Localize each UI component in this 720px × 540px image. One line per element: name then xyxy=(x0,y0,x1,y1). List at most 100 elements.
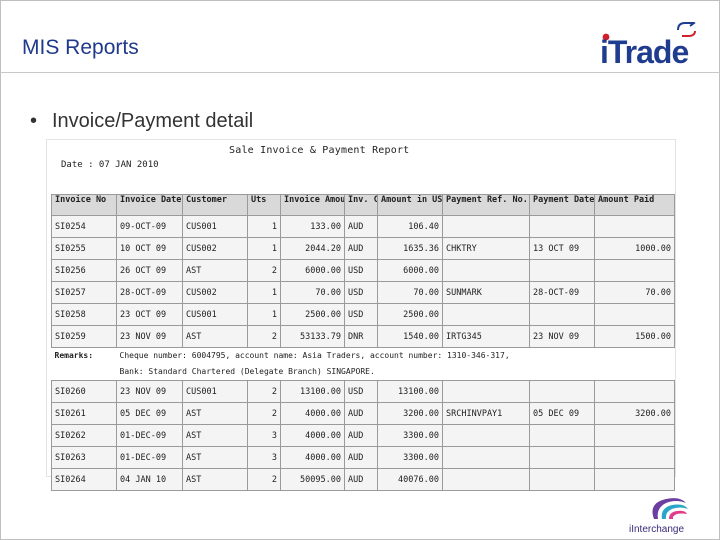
table-cell-ref: SRCHINVPAY1 xyxy=(442,402,530,425)
invoice-table: Invoice No Invoice Date Customer Uts Inv… xyxy=(51,194,675,491)
table-cell-paid xyxy=(594,215,675,238)
iinterchange-logo-text: iInterchange xyxy=(629,524,685,535)
table-cell-ref: IRTG345 xyxy=(442,325,530,348)
table-row: SI0264 04 JAN 10 AST 2 50095.00 AUD 40076.00 xyxy=(51,468,675,491)
table-cell-no: SI0255 xyxy=(51,237,117,260)
table-cell-no: SI0256 xyxy=(51,259,117,282)
table-cell-customer: AST xyxy=(182,446,248,469)
table-cell-usd: 70.00 xyxy=(377,281,443,304)
table-cell-date: 23 NOV 09 xyxy=(116,325,183,348)
table-row: SI0255 10 OCT 09 CUS002 1 2044.20 AUD 1635.36 C… xyxy=(51,237,675,260)
table-cell-uts: 2 xyxy=(247,380,281,403)
bullet-symbol: • xyxy=(30,110,38,132)
table-cell-pdate: 23 NOV 09 xyxy=(529,325,595,348)
table-cell-uts: 1 xyxy=(247,237,281,260)
table-header-row: Invoice No Invoice Date Customer Uts Inv… xyxy=(51,194,675,216)
report-title: Sale Invoice & Payment Report xyxy=(229,145,410,156)
table-cell-usd: 6000.00 xyxy=(377,259,443,282)
table-cell-amount: 13100.00 xyxy=(280,380,345,403)
table-cell-ref xyxy=(442,468,530,491)
table-cell-usd: 1540.00 xyxy=(377,325,443,348)
remarks-label: Remarks: xyxy=(51,347,117,364)
table-cell-usd: 3300.00 xyxy=(377,446,443,469)
table-cell-ref xyxy=(442,446,530,469)
table-cell-pdate xyxy=(529,446,595,469)
table-cell-pdate xyxy=(529,259,595,282)
table-cell-ref xyxy=(442,215,530,238)
table-cell-paid xyxy=(594,468,675,491)
table-cell-date: 26 OCT 09 xyxy=(116,259,183,282)
column-header: Invoice Amount xyxy=(280,194,345,216)
column-header: Invoice No xyxy=(51,194,117,216)
table-cell-paid xyxy=(594,380,675,403)
table-cell-customer: CUS001 xyxy=(182,303,248,326)
table-cell-pdate: 05 DEC 09 xyxy=(529,402,595,425)
table-cell-curr: USD xyxy=(344,303,378,326)
table-cell-paid xyxy=(594,424,675,447)
table-row: SI0256 26 OCT 09 AST 2 6000.00 USD 6000.00 xyxy=(51,259,675,282)
table-cell-customer: AST xyxy=(182,402,248,425)
table-cell-amount: 2044.20 xyxy=(280,237,345,260)
table-cell-curr: USD xyxy=(344,259,378,282)
table-cell-no: SI0263 xyxy=(51,446,117,469)
table-cell-amount: 4000.00 xyxy=(280,424,345,447)
table-cell-ref xyxy=(442,424,530,447)
table-cell-pdate xyxy=(529,215,595,238)
report-screenshot: Sale Invoice & Payment Report Date : 07 … xyxy=(46,139,676,491)
table-cell-customer: AST xyxy=(182,468,248,491)
column-header: Payment Date xyxy=(529,194,595,216)
table-cell-paid xyxy=(594,446,675,469)
table-cell-amount: 2500.00 xyxy=(280,303,345,326)
table-cell-date: 23 OCT 09 xyxy=(116,303,183,326)
column-header: Inv. Curr xyxy=(344,194,378,216)
table-cell-usd: 106.40 xyxy=(377,215,443,238)
table-cell-usd: 2500.00 xyxy=(377,303,443,326)
table-cell-amount: 4000.00 xyxy=(280,446,345,469)
table-cell-no: SI0254 xyxy=(51,215,117,238)
table-cell-no: SI0260 xyxy=(51,380,117,403)
table-cell-usd: 40076.00 xyxy=(377,468,443,491)
table-cell-no: SI0258 xyxy=(51,303,117,326)
table-cell-curr: DNR xyxy=(344,325,378,348)
column-header: Amount Paid xyxy=(594,194,675,216)
table-cell-ref: CHKTRY xyxy=(442,237,530,260)
table-cell-paid xyxy=(594,259,675,282)
column-header: Uts xyxy=(247,194,281,216)
column-header: Invoice Date xyxy=(116,194,183,216)
table-cell-uts: 1 xyxy=(247,215,281,238)
table-cell-date: 04 JAN 10 xyxy=(116,468,183,491)
table-cell-date: 09-OCT-09 xyxy=(116,215,183,238)
table-cell-customer: AST xyxy=(182,325,248,348)
itrade-logo: iTrade xyxy=(600,22,696,68)
table-cell-curr: AUD xyxy=(344,402,378,425)
table-cell-ref xyxy=(442,303,530,326)
table-cell-date: 05 DEC 09 xyxy=(116,402,183,425)
table-cell-ref xyxy=(442,259,530,282)
table-cell-curr: AUD xyxy=(344,446,378,469)
table-cell-amount: 133.00 xyxy=(280,215,345,238)
table-cell-amount: 6000.00 xyxy=(280,259,345,282)
table-cell-date: 23 NOV 09 xyxy=(116,380,183,403)
bullet-text: Invoice/Payment detail xyxy=(52,110,254,132)
table-cell-no: SI0264 xyxy=(51,468,117,491)
table-cell-no: SI0257 xyxy=(51,281,117,304)
table-cell-customer: CUS002 xyxy=(182,281,248,304)
table-cell-date: 01-DEC-09 xyxy=(116,446,183,469)
table-cell-curr: USD xyxy=(344,380,378,403)
table-cell-ref: SUNMARK xyxy=(442,281,530,304)
table-row: SI0254 09-OCT-09 CUS001 1 133.00 AUD 106.40 xyxy=(51,215,675,238)
table-cell-pdate xyxy=(529,468,595,491)
report-date: Date : 07 JAN 2010 xyxy=(61,160,159,170)
table-cell-customer: CUS001 xyxy=(182,215,248,238)
table-cell-no: SI0259 xyxy=(51,325,117,348)
table-row: SI0257 28-OCT-09 CUS002 1 70.00 USD 70.00 SUNMA… xyxy=(51,281,675,304)
table-cell-ref xyxy=(442,380,530,403)
table-row: SI0262 01-DEC-09 AST 3 4000.00 AUD 3300.00 xyxy=(51,424,675,447)
table-cell-paid: 1000.00 xyxy=(594,237,675,260)
table-cell-paid: 1500.00 xyxy=(594,325,675,348)
table-cell-paid xyxy=(594,303,675,326)
table-cell-uts: 2 xyxy=(247,325,281,348)
table-cell-usd: 3200.00 xyxy=(377,402,443,425)
table-cell-curr: USD xyxy=(344,281,378,304)
table-cell-curr: AUD xyxy=(344,215,378,238)
